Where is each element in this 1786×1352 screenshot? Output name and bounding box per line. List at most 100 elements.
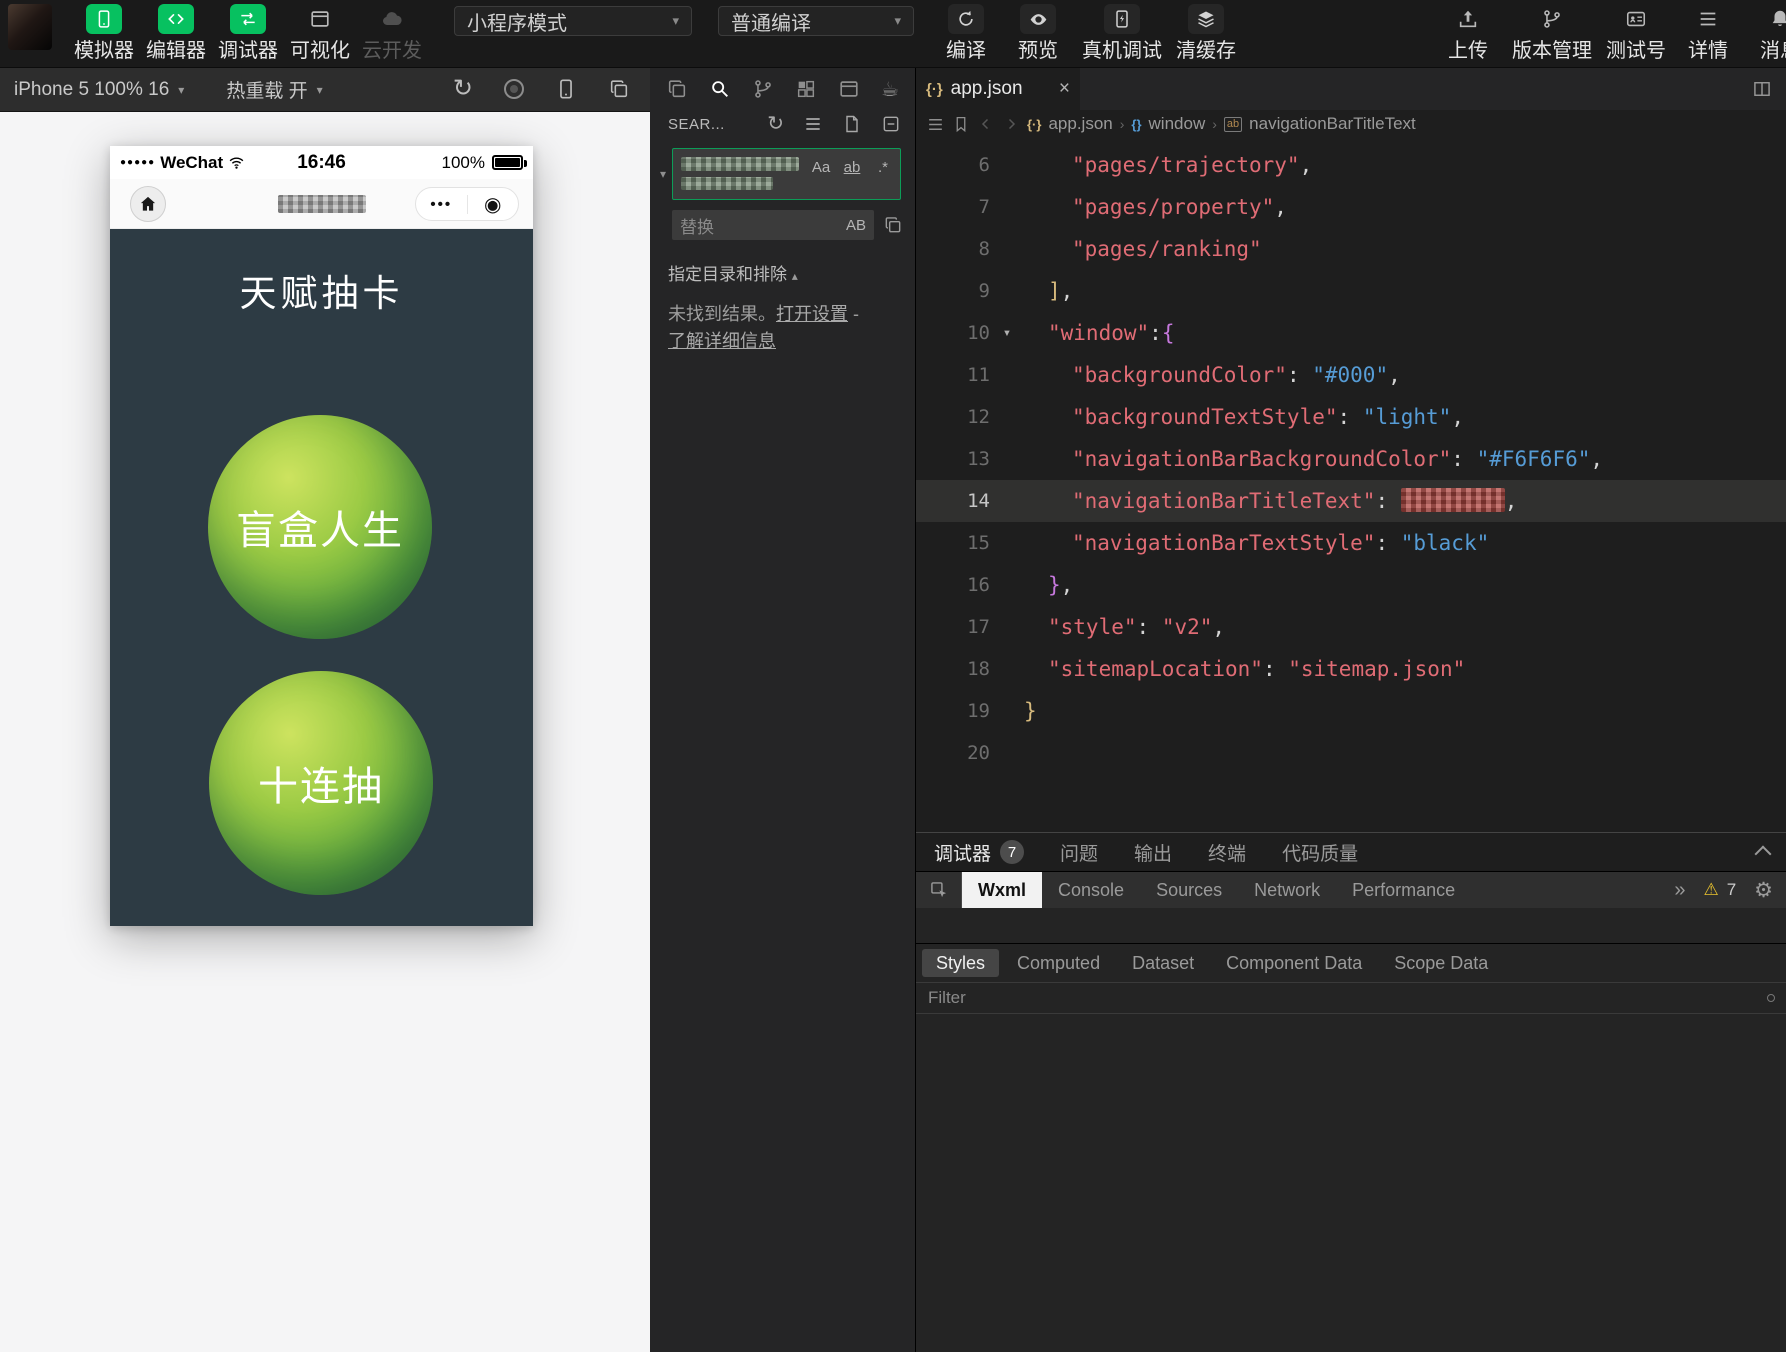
search-icon[interactable] bbox=[709, 78, 731, 100]
compile-mode-dropdown[interactable]: 普通编译 ▾ bbox=[718, 6, 914, 36]
devtools-tab-console[interactable]: Console bbox=[1042, 872, 1140, 908]
toggle-replace-button[interactable]: ▾ bbox=[654, 148, 672, 200]
code-line-9[interactable]: 9], bbox=[916, 270, 1786, 312]
whole-word-toggle[interactable]: ab bbox=[841, 156, 863, 178]
code-line-12[interactable]: 12"backgroundTextStyle": "light", bbox=[916, 396, 1786, 438]
collapse-panel-icon[interactable] bbox=[1755, 846, 1772, 863]
tab-debugger[interactable]: 调试器 7 bbox=[934, 839, 1024, 866]
test-account-button[interactable]: 测试号 bbox=[1600, 4, 1672, 62]
match-case-toggle[interactable]: Aa bbox=[810, 156, 832, 178]
clear-results-icon[interactable] bbox=[803, 114, 823, 134]
code-line-14[interactable]: 14"navigationBarTitleText": , bbox=[916, 480, 1786, 522]
replace-input[interactable]: 替换 AB bbox=[672, 210, 874, 240]
close-tab-icon[interactable]: × bbox=[1059, 78, 1070, 100]
devtools-tab-performance[interactable]: Performance bbox=[1336, 872, 1471, 908]
messages-button[interactable]: 消息 bbox=[1744, 4, 1786, 62]
tab-output[interactable]: 输出 bbox=[1134, 839, 1172, 866]
breadcrumb-file[interactable]: app.json bbox=[1048, 114, 1112, 134]
warning-icon[interactable]: ⚠ bbox=[1703, 880, 1718, 900]
toggle-search-details[interactable]: 指定目录和排除 ▴ bbox=[650, 240, 915, 285]
tab-problems[interactable]: 问题 bbox=[1060, 839, 1098, 866]
breadcrumb-scope[interactable]: window bbox=[1149, 114, 1206, 134]
code-line-17[interactable]: 17"style": "v2", bbox=[916, 606, 1786, 648]
refresh-search-icon[interactable]: ↻ bbox=[767, 114, 784, 134]
collapse-all-icon[interactable] bbox=[881, 114, 901, 134]
code-line-19[interactable]: 19} bbox=[916, 690, 1786, 732]
tab-component-data[interactable]: Component Data bbox=[1212, 949, 1376, 977]
debugger-button[interactable]: 调试器 bbox=[212, 4, 284, 62]
tab-styles[interactable]: Styles bbox=[922, 949, 999, 977]
devtools-settings-icon[interactable]: ⚙ bbox=[1754, 878, 1773, 903]
code-line-18[interactable]: 18"sitemapLocation": "sitemap.json" bbox=[916, 648, 1786, 690]
fold-chevron-icon[interactable]: ▾ bbox=[990, 312, 1024, 354]
code-line-10[interactable]: 10▾"window":{ bbox=[916, 312, 1786, 354]
more-menu-button[interactable]: ••• bbox=[416, 196, 467, 213]
appearance-icon[interactable]: ☕ bbox=[881, 77, 899, 102]
tab-terminal[interactable]: 终端 bbox=[1208, 839, 1246, 866]
code-line-6[interactable]: 6"pages/trajectory", bbox=[916, 144, 1786, 186]
tab-code-quality[interactable]: 代码质量 bbox=[1282, 839, 1358, 866]
editor-button[interactable]: 编辑器 bbox=[140, 4, 212, 62]
preview-button[interactable]: 预览 bbox=[1002, 4, 1074, 62]
home-button[interactable] bbox=[130, 186, 166, 222]
line-number: 14 bbox=[916, 480, 990, 522]
regex-toggle[interactable]: .* bbox=[872, 156, 894, 178]
clear-cache-button[interactable]: 清缓存 bbox=[1170, 4, 1242, 62]
tab-dataset[interactable]: Dataset bbox=[1118, 949, 1208, 977]
gacha-button-blind-box[interactable]: 盲盒人生 bbox=[208, 415, 432, 639]
breadcrumb-property[interactable]: navigationBarTitleText bbox=[1249, 114, 1416, 134]
record-icon[interactable] bbox=[504, 79, 524, 99]
code-line-11[interactable]: 11"backgroundColor": "#000", bbox=[916, 354, 1786, 396]
details-button[interactable]: 详情 bbox=[1672, 4, 1744, 62]
exit-target-button[interactable]: ◉ bbox=[468, 192, 519, 217]
compile-button[interactable]: 编译 bbox=[930, 4, 1002, 62]
code-line-7[interactable]: 7"pages/property", bbox=[916, 186, 1786, 228]
gacha-button-ten-pull[interactable]: 十连抽 bbox=[209, 671, 433, 895]
new-search-editor-icon[interactable] bbox=[842, 114, 862, 134]
code-line-20[interactable]: 20 bbox=[916, 732, 1786, 774]
split-editor-icon[interactable] bbox=[1752, 79, 1786, 99]
code-line-8[interactable]: 8"pages/ranking" bbox=[916, 228, 1786, 270]
device-selector[interactable]: iPhone 5 100% 16 ▾ bbox=[14, 79, 184, 101]
open-settings-link[interactable]: 打开设置 bbox=[776, 304, 848, 324]
mode-dropdown[interactable]: 小程序模式 ▾ bbox=[454, 6, 692, 36]
styles-filter-input[interactable]: Filter bbox=[916, 982, 1786, 1014]
user-avatar[interactable] bbox=[8, 4, 52, 50]
refresh-simulator-icon[interactable]: ↻ bbox=[453, 78, 473, 100]
search-input[interactable]: Aa ab .* bbox=[672, 148, 901, 200]
tab-computed[interactable]: Computed bbox=[1003, 949, 1114, 977]
more-tabs-icon[interactable]: » bbox=[1674, 879, 1685, 902]
hot-reload-toggle[interactable]: 热重载 开 ▾ bbox=[226, 76, 322, 103]
replace-all-icon[interactable] bbox=[883, 215, 903, 235]
learn-more-link[interactable]: 了解详细信息 bbox=[668, 331, 776, 351]
cloud-dev-button[interactable]: 云开发 bbox=[356, 4, 428, 62]
source-control-icon[interactable] bbox=[752, 78, 774, 100]
tab-app-json[interactable]: {·} app.json × bbox=[916, 68, 1080, 110]
simulator-button[interactable]: 模拟器 bbox=[68, 4, 140, 62]
rotate-device-icon[interactable] bbox=[555, 78, 577, 100]
tab-scope-data[interactable]: Scope Data bbox=[1380, 949, 1502, 977]
filter-option-icon[interactable] bbox=[1767, 994, 1775, 1002]
dom-tree-area[interactable] bbox=[916, 908, 1786, 944]
inspect-element-icon[interactable] bbox=[916, 872, 962, 908]
visualization-button[interactable]: 可视化 bbox=[284, 4, 356, 62]
code-lines[interactable]: 6"pages/trajectory",7"pages/property",8"… bbox=[916, 138, 1786, 774]
upload-button[interactable]: 上传 bbox=[1432, 4, 1504, 62]
navigate-forward-icon[interactable] bbox=[1002, 115, 1020, 133]
navigate-back-icon[interactable] bbox=[977, 115, 995, 133]
code-line-13[interactable]: 13"navigationBarBackgroundColor": "#F6F6… bbox=[916, 438, 1786, 480]
code-line-16[interactable]: 16}, bbox=[916, 564, 1786, 606]
files-icon[interactable] bbox=[666, 78, 688, 100]
real-device-debug-button[interactable]: 真机调试 bbox=[1074, 4, 1170, 62]
multi-window-icon[interactable] bbox=[608, 78, 630, 100]
code-line-15[interactable]: 15"navigationBarTextStyle": "black" bbox=[916, 522, 1786, 564]
devtools-tab-network[interactable]: Network bbox=[1238, 872, 1336, 908]
bookmark-icon[interactable] bbox=[952, 115, 970, 133]
outline-icon[interactable] bbox=[926, 115, 945, 134]
window-preview-icon[interactable] bbox=[838, 78, 860, 100]
extensions-icon[interactable] bbox=[795, 78, 817, 100]
devtools-tab-wxml[interactable]: Wxml bbox=[962, 872, 1042, 908]
devtools-tab-sources[interactable]: Sources bbox=[1140, 872, 1238, 908]
version-management-button[interactable]: 版本管理 bbox=[1504, 4, 1600, 62]
preserve-case-toggle[interactable]: AB bbox=[846, 217, 866, 234]
